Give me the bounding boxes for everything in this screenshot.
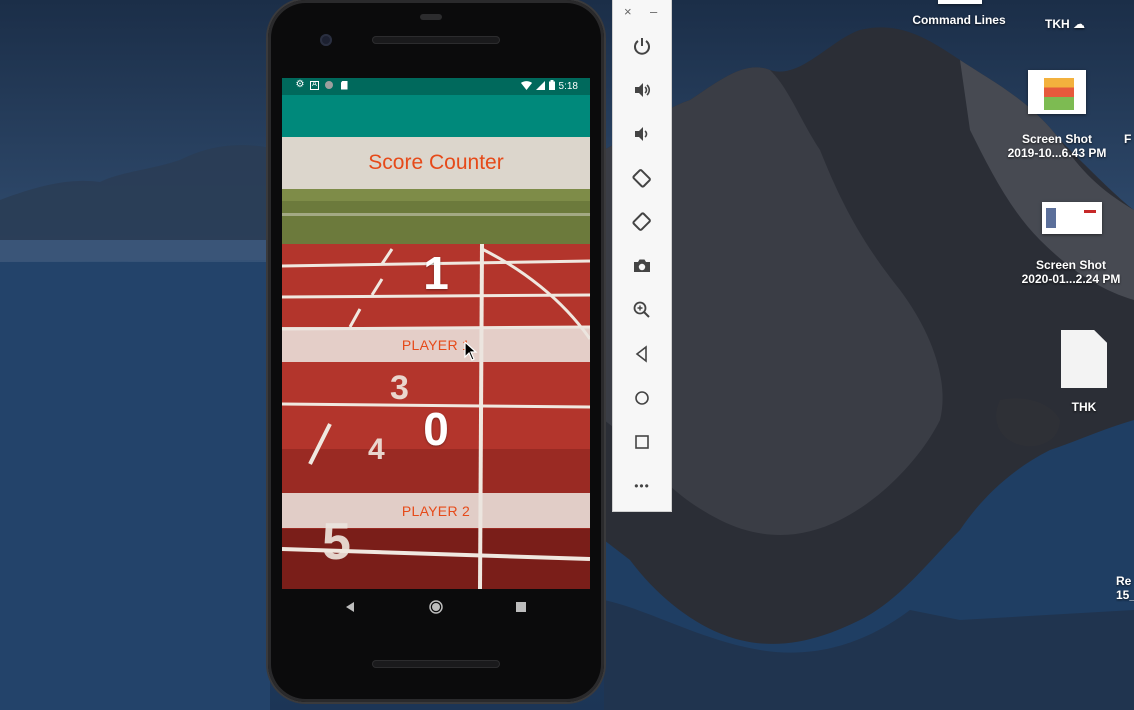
bottom-speaker — [372, 660, 500, 668]
desktop-item-sublabel: 15_ — [1116, 588, 1134, 602]
desktop-item-sublabel: 2020-01...2.24 PM — [1021, 272, 1121, 286]
zoom-button[interactable] — [630, 298, 654, 322]
power-icon — [634, 38, 650, 55]
close-button[interactable]: × — [624, 4, 632, 19]
overview-square-icon — [516, 602, 526, 612]
circle-notification-icon — [324, 80, 334, 90]
toolbar-back-button[interactable] — [630, 342, 654, 366]
icloud-icon: ☁ — [1073, 17, 1085, 31]
sd-card-icon — [339, 80, 349, 90]
rotate-left-button[interactable] — [630, 166, 654, 190]
rotate-left-icon — [632, 169, 651, 188]
volume-up-button[interactable] — [630, 78, 654, 102]
back-triangle-icon — [346, 602, 354, 612]
desktop-item-sublabel: 2019-10...6.43 PM — [1007, 146, 1107, 160]
desktop-item-label: F — [1124, 132, 1132, 146]
desktop-item-label: Screen Shot — [1021, 132, 1093, 146]
minimize-button[interactable]: – — [650, 4, 657, 19]
toolbar-overview-button[interactable] — [630, 430, 654, 454]
settings-icon: ⚙ — [295, 79, 305, 90]
title-banner: Score Counter — [282, 137, 590, 189]
power-button[interactable] — [630, 34, 654, 58]
phone-top-notch — [420, 14, 442, 20]
mouse-cursor-icon — [464, 341, 478, 361]
signal-icon — [535, 80, 545, 93]
desktop-item-label: Re — [1116, 574, 1132, 588]
keyboard-a-icon: A — [310, 80, 319, 90]
camera-icon — [634, 259, 650, 272]
android-navigation-bar — [282, 589, 590, 625]
desktop-item-label: Screen Shot — [1035, 258, 1107, 272]
desktop-item-label: TKH — [1044, 17, 1070, 31]
earpiece-speaker — [372, 36, 500, 44]
toolbar-home-button[interactable] — [630, 386, 654, 410]
phone-screen: ⚙ A 5:18 Score Counter 3 4 5 1 PLAYER 1 … — [282, 78, 590, 589]
status-time: 5:18 — [558, 81, 578, 92]
more-button[interactable]: ••• — [630, 474, 654, 498]
player2-score: 0 — [423, 403, 449, 455]
home-circle-icon — [429, 600, 443, 614]
rotate-right-button[interactable] — [630, 210, 654, 234]
front-camera — [320, 34, 332, 46]
back-button[interactable] — [342, 599, 358, 615]
command-lines-thumbnail — [938, 0, 982, 4]
document-icon — [1061, 330, 1107, 388]
app-bar — [282, 95, 590, 137]
toolbar-window-controls: × – — [613, 0, 671, 24]
emulator-toolbar: × – ••• — [612, 0, 672, 512]
volume-up-icon — [635, 83, 651, 97]
home-icon — [635, 391, 649, 405]
status-bar: ⚙ A 5:18 — [282, 78, 590, 95]
screenshot-thumbnail — [1028, 70, 1086, 114]
screenshot-button[interactable] — [630, 254, 654, 278]
wifi-icon — [520, 80, 532, 93]
screenshot-thumbnail — [1042, 202, 1102, 234]
battery-icon — [548, 80, 555, 93]
volume-down-icon — [635, 127, 648, 141]
zoom-in-icon — [633, 301, 650, 318]
home-button[interactable] — [428, 599, 444, 615]
overview-button[interactable] — [513, 599, 529, 615]
app-title: Score Counter — [368, 151, 504, 174]
overview-icon — [635, 435, 649, 449]
rotate-right-icon — [632, 212, 651, 231]
player1-score: 1 — [423, 247, 449, 299]
back-icon — [635, 345, 647, 363]
desktop-item-label: Command Lines — [912, 13, 1006, 27]
desktop-item-label: THK — [1071, 400, 1097, 414]
volume-down-button[interactable] — [630, 122, 654, 146]
player2-button[interactable]: PLAYER 2 — [282, 493, 590, 528]
player1-button[interactable]: PLAYER 1 — [282, 327, 590, 362]
